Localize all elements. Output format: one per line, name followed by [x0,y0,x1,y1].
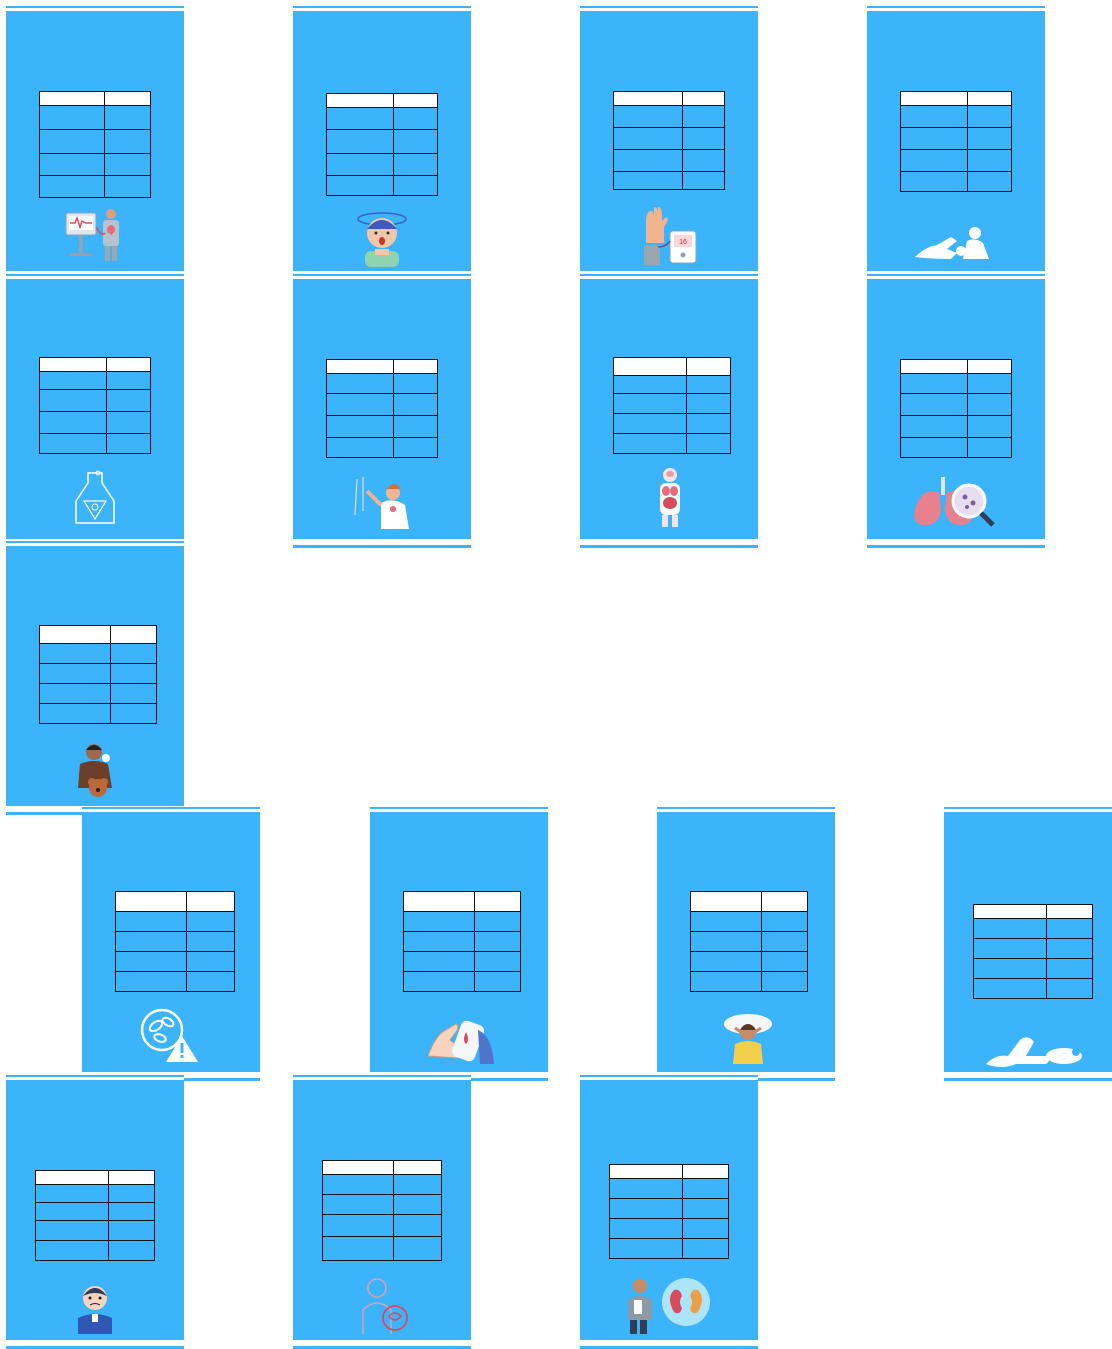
lungs-magnifier-icon [914,477,995,527]
card-1 [6,6,184,280]
bottom-band [293,1340,471,1343]
card-8 [867,274,1045,548]
empty-table [326,93,438,196]
empty-table [39,357,151,454]
card-6 [293,274,471,548]
card-7 [580,274,758,548]
person-shock-icon [354,477,409,529]
card-16 [580,1075,758,1349]
empty-table [613,357,731,454]
empty-table [613,91,725,190]
empty-table [39,625,157,724]
svg-text:16: 16 [679,239,687,246]
bottom-band [6,1340,184,1343]
bottom-band [580,1340,758,1343]
empty-table [39,91,151,198]
card-2 [293,6,471,280]
cpr-first-aid-icon [915,227,989,259]
card-5 [6,274,184,548]
empty-table [609,1164,729,1259]
glucose-meter-icon [427,1020,494,1064]
card-15 [293,1075,471,1349]
pills-warning-icon [140,1008,198,1062]
allergy-person-pet-icon [78,744,112,797]
empty-table [973,904,1093,999]
empty-table [326,359,438,458]
human-organs-icon [660,468,680,527]
patient-monitor-icon [65,209,119,261]
empty-table [115,891,235,992]
stressed-man-icon [78,1286,112,1334]
empty-table [900,359,1012,458]
bottom-band [293,539,471,542]
bottom-band [944,1072,1112,1075]
bottom-band [580,539,758,542]
empty-table [322,1160,442,1261]
stomach-person-icon [362,1278,408,1334]
card-14 [6,1075,184,1349]
card-11 [370,807,548,1081]
card-9 [6,541,184,815]
empty-table [35,1170,155,1261]
card-12 [657,807,835,1081]
empty-table [900,91,1012,192]
empty-table [403,891,521,992]
collapsed-person-icon [986,1037,1082,1067]
poison-bottle-icon [75,470,115,524]
headache-woman-icon [724,1014,772,1064]
card-13 [944,807,1112,1081]
bottom-band [867,539,1045,542]
dizzy-person-icon [357,212,407,267]
blood-pressure-monitor-icon: 16 [644,207,697,265]
card-3: 16 [580,6,758,280]
card-4 [867,6,1045,280]
empty-table [690,891,808,992]
kidney-doctor-icon [628,1278,710,1334]
card-10 [82,807,260,1081]
